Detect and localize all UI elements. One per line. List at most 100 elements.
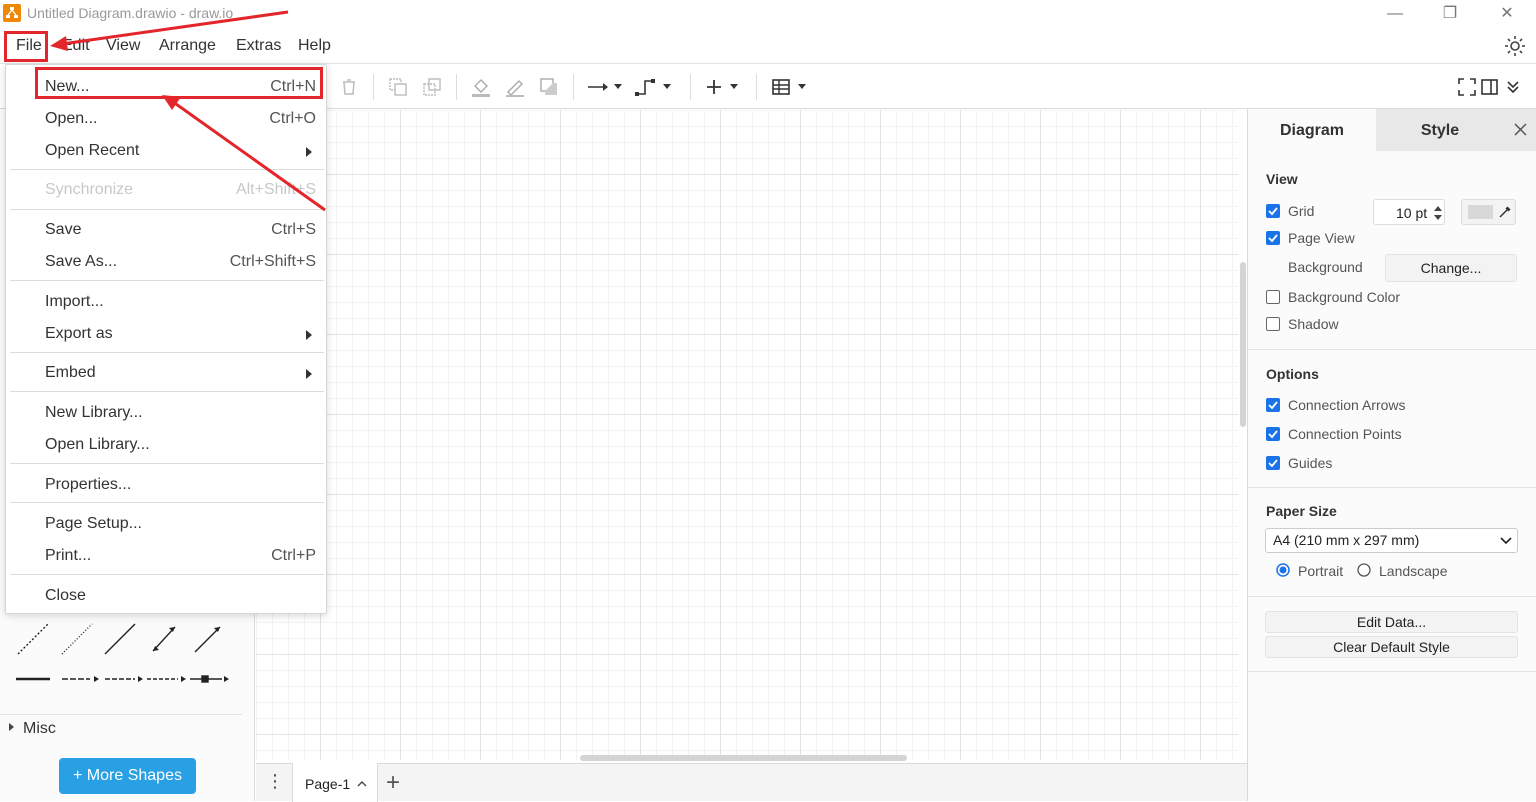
menu-separator bbox=[10, 502, 324, 503]
menu-separator bbox=[10, 209, 324, 210]
page-tab-current[interactable]: Page-1 bbox=[292, 763, 378, 802]
theme-sun-icon[interactable] bbox=[1504, 35, 1526, 57]
checkbox-unchecked-icon bbox=[1266, 290, 1280, 304]
submenu-arrow-icon bbox=[306, 147, 312, 157]
menu-item-save-as[interactable]: Save As... Ctrl+Shift+S bbox=[6, 247, 326, 277]
menu-item-embed[interactable]: Embed bbox=[6, 358, 326, 388]
to-front-icon[interactable] bbox=[386, 75, 410, 99]
annotation-box-new bbox=[35, 67, 323, 99]
change-background-button[interactable]: Change... bbox=[1385, 254, 1517, 282]
drawio-logo-icon bbox=[3, 4, 21, 22]
connection-points-checkbox[interactable]: Connection Points bbox=[1266, 426, 1436, 444]
menu-item-label: Open... bbox=[45, 110, 98, 127]
annotation-box-file bbox=[4, 31, 48, 62]
more-shapes-button[interactable]: + More Shapes bbox=[59, 758, 196, 794]
menu-item-label: New Library... bbox=[45, 404, 143, 421]
menu-separator bbox=[10, 280, 324, 281]
section-divider bbox=[1248, 349, 1536, 350]
portrait-radio[interactable]: Portrait bbox=[1276, 562, 1356, 580]
add-page-button[interactable]: + bbox=[386, 769, 400, 797]
shadow-checkbox[interactable]: Shadow bbox=[1266, 316, 1366, 334]
pages-menu-icon[interactable]: ⋮ bbox=[266, 771, 284, 792]
toolbar-divider bbox=[456, 74, 457, 100]
close-window-button[interactable]: ✕ bbox=[1493, 3, 1521, 25]
menu-item-label: Page Setup... bbox=[45, 515, 142, 532]
menu-item-label: Print... bbox=[45, 547, 92, 564]
menu-help[interactable]: Help bbox=[296, 37, 333, 55]
menu-extras[interactable]: Extras bbox=[234, 37, 283, 55]
waypoints-icon[interactable] bbox=[635, 75, 677, 99]
menu-item-open-library[interactable]: Open Library... bbox=[6, 430, 326, 460]
menu-view[interactable]: View bbox=[104, 37, 142, 55]
insert-plus-icon[interactable] bbox=[704, 75, 744, 99]
tab-diagram[interactable]: Diagram bbox=[1248, 109, 1376, 151]
edit-data-button[interactable]: Edit Data... bbox=[1265, 611, 1518, 633]
table-icon[interactable] bbox=[770, 75, 812, 99]
shadow-icon[interactable] bbox=[537, 75, 561, 99]
fill-color-icon[interactable] bbox=[469, 75, 493, 99]
chevron-up-icon[interactable] bbox=[357, 780, 367, 788]
menu-item-shortcut: Alt+Shift+S bbox=[235, 181, 316, 198]
title-bar: Untitled Diagram.drawio - draw.io — ❐ ✕ bbox=[0, 0, 1536, 30]
menu-separator bbox=[10, 574, 324, 575]
menu-item-save[interactable]: Save Ctrl+S bbox=[6, 215, 326, 245]
horizontal-scrollbar[interactable] bbox=[580, 755, 907, 761]
misc-section-header[interactable]: Misc bbox=[0, 714, 242, 742]
paper-size-select[interactable]: A4 (210 mm x 297 mm) bbox=[1265, 528, 1518, 553]
grid-checkbox[interactable]: Grid bbox=[1266, 203, 1366, 221]
checkbox-unchecked-icon bbox=[1266, 317, 1280, 331]
delete-icon[interactable] bbox=[337, 75, 361, 99]
menu-edit[interactable]: Edit bbox=[60, 37, 92, 55]
connection-style-icon[interactable] bbox=[586, 75, 626, 99]
toolbar-divider bbox=[573, 74, 574, 100]
menu-item-page-setup[interactable]: Page Setup... bbox=[6, 509, 326, 539]
menu-item-new-library[interactable]: New Library... bbox=[6, 398, 326, 428]
collapse-toolbar-icon[interactable] bbox=[1502, 75, 1526, 99]
clear-default-style-button[interactable]: Clear Default Style bbox=[1265, 636, 1518, 658]
menu-item-synchronize: Synchronize Alt+Shift+S bbox=[6, 175, 326, 205]
close-panel-button[interactable] bbox=[1504, 109, 1536, 151]
grid-color-picker[interactable] bbox=[1461, 199, 1516, 225]
line-color-icon[interactable] bbox=[503, 75, 527, 99]
menu-item-close[interactable]: Close bbox=[6, 581, 326, 611]
menu-separator bbox=[10, 391, 324, 392]
connector-shapes-icon[interactable] bbox=[10, 619, 240, 699]
menu-item-export-as[interactable]: Export as bbox=[6, 319, 326, 349]
menu-item-shortcut: Ctrl+P bbox=[271, 547, 316, 564]
fullscreen-icon[interactable] bbox=[1455, 75, 1479, 99]
page-view-checkbox[interactable]: Page View bbox=[1266, 230, 1386, 248]
view-section-title: View bbox=[1266, 171, 1298, 187]
menu-item-print[interactable]: Print... Ctrl+P bbox=[6, 541, 326, 571]
grid-label: Grid bbox=[1288, 203, 1315, 219]
menu-item-open-recent[interactable]: Open Recent bbox=[6, 136, 326, 166]
restore-button[interactable]: ❐ bbox=[1436, 3, 1464, 25]
menu-item-import[interactable]: Import... bbox=[6, 287, 326, 317]
section-divider bbox=[1248, 487, 1536, 488]
diagram-canvas[interactable] bbox=[256, 110, 1238, 760]
portrait-label: Portrait bbox=[1298, 563, 1344, 579]
menu-item-open[interactable]: Open... Ctrl+O bbox=[6, 104, 326, 134]
spinner-arrows-icon[interactable] bbox=[1433, 203, 1443, 223]
minimize-button[interactable]: — bbox=[1381, 3, 1409, 25]
tab-style[interactable]: Style bbox=[1376, 109, 1504, 151]
menu-item-label: Export as bbox=[45, 325, 113, 342]
format-panel-icon[interactable] bbox=[1478, 75, 1502, 99]
menu-item-label: Save As... bbox=[45, 253, 118, 270]
menu-item-label: Open Library... bbox=[45, 436, 150, 453]
menu-item-properties[interactable]: Properties... bbox=[6, 470, 326, 500]
paper-size-section-title: Paper Size bbox=[1266, 503, 1337, 519]
connection-arrows-checkbox[interactable]: Connection Arrows bbox=[1266, 397, 1436, 415]
background-color-checkbox[interactable]: Background Color bbox=[1266, 289, 1426, 307]
shadow-label: Shadow bbox=[1288, 316, 1339, 332]
submenu-arrow-icon bbox=[306, 369, 312, 379]
menu-item-label: Synchronize bbox=[45, 181, 134, 198]
checkbox-checked-icon bbox=[1266, 427, 1280, 441]
menu-arrange[interactable]: Arrange bbox=[157, 37, 218, 55]
to-back-icon[interactable] bbox=[420, 75, 444, 99]
vertical-scrollbar[interactable] bbox=[1240, 262, 1246, 427]
checkbox-checked-icon bbox=[1266, 398, 1280, 412]
guides-checkbox[interactable]: Guides bbox=[1266, 455, 1366, 473]
grid-size-stepper[interactable]: 10 pt bbox=[1373, 199, 1445, 225]
grid-size-value: 10 pt bbox=[1396, 205, 1428, 221]
landscape-radio[interactable]: Landscape bbox=[1357, 562, 1457, 580]
